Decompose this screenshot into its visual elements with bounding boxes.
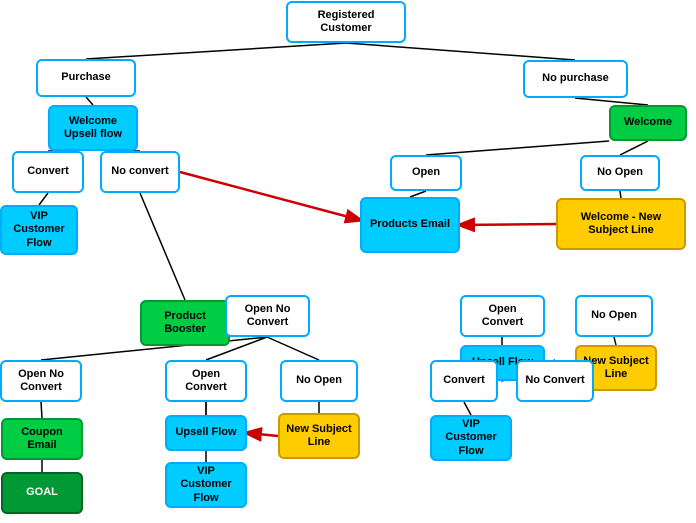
welcome-node: Welcome	[609, 105, 687, 141]
new-subject-line-node: New Subject Line	[278, 413, 360, 459]
goal-node: GOAL	[1, 472, 83, 514]
vip-customer-node: VIP Customer Flow	[0, 205, 78, 255]
vip-customer-right-node: VIP Customer Flow	[430, 415, 512, 461]
vip-customer-flow2-node: VIP Customer Flow	[165, 462, 247, 508]
diagram: Registered Customer Purchase No purchase…	[0, 0, 696, 523]
no-open-node: No Open	[580, 155, 660, 191]
welcome-upsell-node: Welcome Upsell flow	[48, 105, 138, 151]
coupon-email-node: Coupon Email	[1, 418, 83, 460]
open-convert-right-node: Open Convert	[460, 295, 545, 337]
convert-right-node: Convert	[430, 360, 498, 402]
no-convert-right-node: No Convert	[516, 360, 594, 402]
no-open2-node: No Open	[280, 360, 358, 402]
upsell-flow2-node: Upsell Flow	[165, 415, 247, 451]
open-node: Open	[390, 155, 462, 191]
open-no-convert2-node: Open No Convert	[0, 360, 82, 402]
no-purchase-node: No purchase	[523, 60, 628, 98]
no-convert-node: No convert	[100, 151, 180, 193]
registered-customer-node: Registered Customer	[286, 1, 406, 43]
product-booster-node: Product Booster	[140, 300, 230, 346]
open-convert2-node: Open Convert	[165, 360, 247, 402]
no-open-right-node: No Open	[575, 295, 653, 337]
purchase-node: Purchase	[36, 59, 136, 97]
open-no-convert-node: Open No Convert	[225, 295, 310, 337]
welcome-new-subject-node: Welcome - New Subject Line	[556, 198, 686, 250]
products-email-node: Products Email	[360, 197, 460, 253]
convert-node: Convert	[12, 151, 84, 193]
